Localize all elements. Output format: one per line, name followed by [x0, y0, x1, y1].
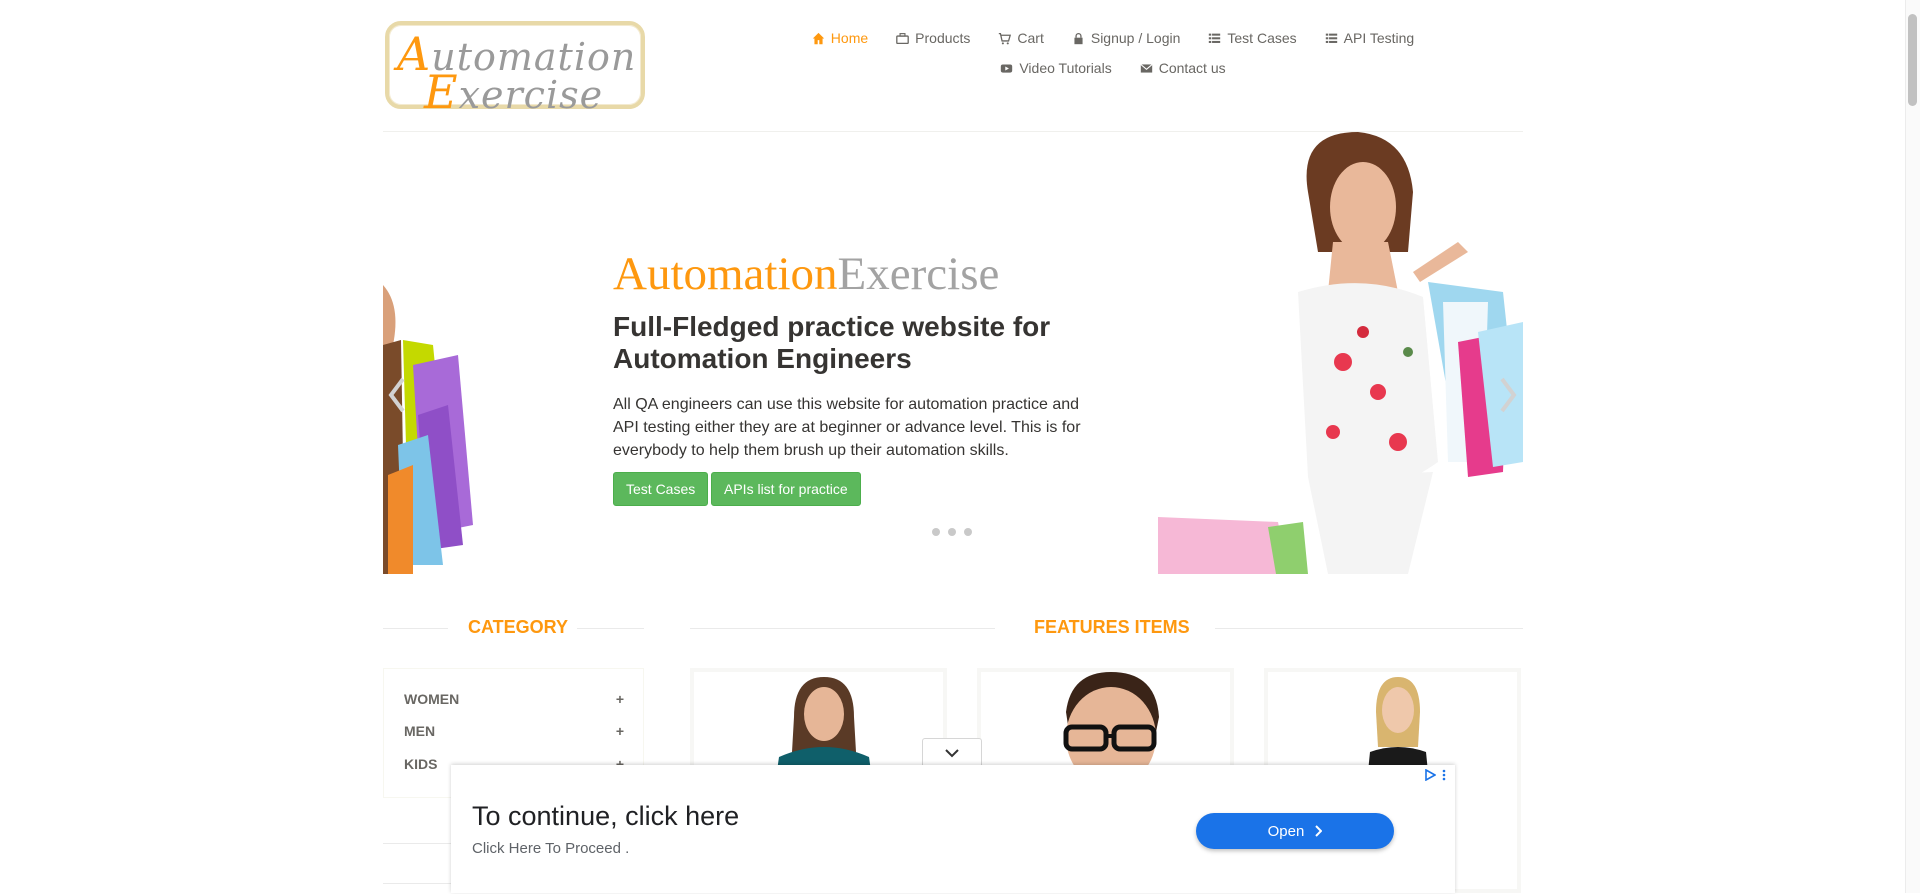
youtube-icon [1001, 63, 1013, 73]
logo-rest-2: xercise [458, 73, 604, 117]
carousel-indicators [932, 528, 972, 536]
envelope-icon [1140, 63, 1153, 73]
site-logo[interactable]: Automation Exercise [385, 21, 645, 119]
nav-api-testing-label: API Testing [1343, 30, 1415, 46]
hero-brand-automation: Automation [613, 248, 838, 300]
features-title-rule-right [1215, 628, 1523, 629]
hero-description: All QA engineers can use this website fo… [613, 396, 1081, 459]
ad-collapse-toggle[interactable] [922, 738, 982, 767]
plus-icon: + [615, 723, 624, 739]
chevron-down-icon [945, 749, 959, 758]
adchoices-icon[interactable] [1424, 769, 1436, 781]
nav-test-cases[interactable]: Test Cases [1194, 26, 1310, 50]
logo-cap-e: E [424, 65, 459, 119]
cart-icon [999, 32, 1012, 44]
nav-video-tutorials-label: Video Tutorials [1019, 60, 1112, 76]
list-icon [1209, 33, 1221, 43]
category-men[interactable]: MEN + [404, 723, 624, 739]
ad-open-label: Open [1267, 822, 1305, 840]
ad-banner[interactable]: To continue, click here Click Here To Pr… [451, 765, 1455, 893]
category-title-rule-left [383, 628, 448, 629]
ad-subtext: Click Here To Proceed . [472, 840, 630, 857]
category-kids-label: KIDS [404, 756, 438, 772]
nav-contact-us[interactable]: Contact us [1126, 56, 1240, 80]
hero-title: Full-Fledged practice website for Automa… [613, 311, 1051, 374]
hero-brand-heading: AutomationExercise [613, 247, 999, 301]
carousel-next-arrow[interactable] [1498, 375, 1518, 425]
features-title-rule-left [690, 628, 995, 629]
carousel-dot[interactable] [932, 528, 940, 536]
briefcase-icon [896, 32, 909, 44]
nav-row-2: Video Tutorials Contact us [788, 56, 1438, 80]
main-nav: Home Products Cart Signup / Login Test C… [788, 26, 1438, 80]
nav-signup-login-label: Signup / Login [1090, 30, 1181, 46]
nav-signup-login[interactable]: Signup / Login [1058, 26, 1195, 50]
nav-home-label: Home [830, 30, 869, 46]
features-title: Features Items [1034, 617, 1190, 637]
ad-headline[interactable]: To continue, click here [472, 801, 739, 832]
category-women[interactable]: WOMEN + [404, 691, 624, 707]
category-title: Category [468, 617, 569, 637]
nav-cart[interactable]: Cart [984, 26, 1057, 50]
category-women-label: WOMEN [404, 691, 460, 707]
category-men-label: MEN [404, 723, 436, 739]
nav-home[interactable]: Home [798, 26, 882, 50]
category-title-rule-right [577, 628, 644, 629]
apis-list-button[interactable]: APIs list for practice [711, 472, 861, 506]
chevron-left-icon [388, 377, 405, 413]
nav-products-label: Products [915, 30, 971, 46]
hero-brand-exercise: Exercise [837, 248, 1000, 300]
chevron-right-icon [1315, 825, 1323, 837]
model-girl-image [1158, 132, 1523, 574]
scrollbar-thumb[interactable] [1908, 14, 1917, 106]
shopping-bags-image [383, 285, 478, 574]
plus-icon: + [615, 691, 624, 707]
nav-products[interactable]: Products [882, 26, 984, 50]
more-options-icon[interactable] [1442, 769, 1446, 781]
list-icon [1325, 33, 1337, 43]
nav-contact-us-label: Contact us [1158, 60, 1226, 76]
carousel-prev-arrow[interactable] [387, 375, 407, 425]
nav-cart-label: Cart [1017, 30, 1044, 46]
test-cases-button[interactable]: Test Cases [613, 472, 709, 506]
logo-line-2: Exercise [424, 65, 603, 119]
page-scrollbar[interactable] [1905, 0, 1920, 893]
nav-row-1: Home Products Cart Signup / Login Test C… [788, 26, 1438, 50]
carousel-dot[interactable] [948, 528, 956, 536]
nav-test-cases-label: Test Cases [1227, 30, 1297, 46]
carousel-dot[interactable] [964, 528, 972, 536]
home-icon [812, 32, 824, 44]
nav-api-testing[interactable]: API Testing [1311, 26, 1429, 50]
lock-icon [1074, 32, 1083, 44]
ad-choices[interactable] [1424, 769, 1446, 781]
nav-video-tutorials[interactable]: Video Tutorials [986, 56, 1125, 80]
ad-open-button[interactable]: Open [1196, 813, 1394, 849]
chevron-right-icon [1500, 377, 1517, 413]
